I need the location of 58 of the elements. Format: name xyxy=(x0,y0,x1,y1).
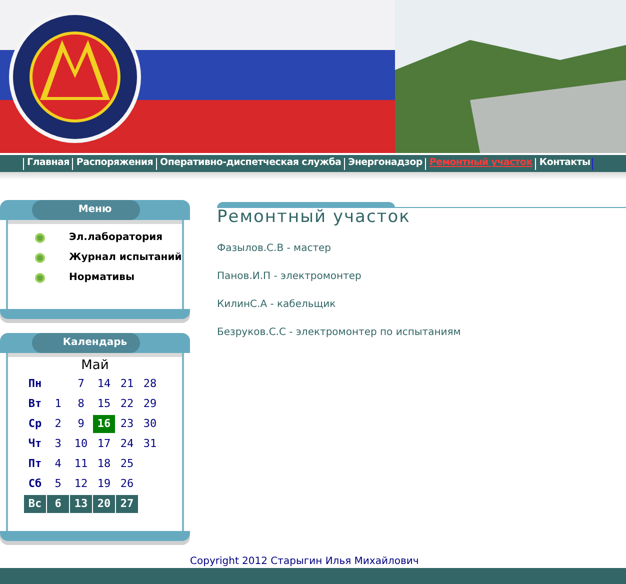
nav-link[interactable]: Распоряжения xyxy=(76,156,154,171)
nav-link[interactable]: Энергонадзор xyxy=(348,156,422,171)
menu-link[interactable]: Эл.лаборатория xyxy=(69,230,163,245)
calendar-day[interactable]: 1 xyxy=(47,395,69,413)
calendar-day[interactable]: 17 xyxy=(93,435,115,453)
panel-title: Календарь xyxy=(62,336,128,350)
calendar-day[interactable]: 24 xyxy=(116,435,138,453)
staff-entry: Безруков.С.С - электромонтер по испытаниям xyxy=(217,326,462,340)
staff-entry: Панов.И.П - электромонтер xyxy=(217,270,362,284)
calendar-day[interactable]: 27 xyxy=(116,495,138,513)
calendar-day[interactable]: 14 xyxy=(93,375,115,393)
calendar-day[interactable]: 16 xyxy=(93,415,115,433)
calendar-day[interactable]: 13 xyxy=(70,495,92,513)
bullet-icon xyxy=(35,272,45,282)
weekday-label: Чт xyxy=(27,436,43,452)
calendar-day[interactable]: 7 xyxy=(70,375,92,393)
calendar-day[interactable]: 25 xyxy=(116,455,138,473)
weekday-label: Пт xyxy=(27,456,43,472)
calendar-day[interactable]: 12 xyxy=(70,475,92,493)
calendar-day[interactable]: 22 xyxy=(116,395,138,413)
bullet-icon xyxy=(35,252,45,262)
calendar-day[interactable]: 11 xyxy=(70,455,92,473)
calendar-day[interactable]: 9 xyxy=(70,415,92,433)
calendar-day[interactable]: 2 xyxy=(47,415,69,433)
calendar-day[interactable]: 19 xyxy=(93,475,115,493)
weekday-label: Сб xyxy=(27,476,43,492)
nav-link[interactable]: Главная xyxy=(27,156,70,171)
calendar-day[interactable]: 10 xyxy=(70,435,92,453)
menu-link[interactable]: Журнал испытаний xyxy=(69,250,182,265)
calendar-day[interactable]: 30 xyxy=(139,415,161,433)
month-title: Май xyxy=(80,359,110,373)
weekday-label: Ср xyxy=(27,416,43,432)
calendar-day[interactable]: 31 xyxy=(139,435,161,453)
calendar-day[interactable]: 4 xyxy=(47,455,69,473)
copyright-text: Copyright 2012 Старыгин Илья Михайлович xyxy=(189,556,420,568)
menu-link[interactable]: Нормативы xyxy=(69,270,134,285)
weekday-label: Вс xyxy=(24,495,46,513)
calendar-day[interactable]: 8 xyxy=(70,395,92,413)
calendar-day[interactable]: 29 xyxy=(139,395,161,413)
calendar-day[interactable]: 23 xyxy=(116,415,138,433)
calendar-day[interactable]: 15 xyxy=(93,395,115,413)
calendar-day[interactable]: 5 xyxy=(47,475,69,493)
page-title: Ремонтный участок xyxy=(217,208,412,226)
weekday-label: Пн xyxy=(27,376,43,392)
calendar-day[interactable]: 28 xyxy=(139,375,161,393)
nav-link[interactable]: Оперативно-диспетческая служба xyxy=(160,156,342,171)
calendar-day[interactable]: 26 xyxy=(116,475,138,493)
nav-link[interactable]: Контакты xyxy=(539,156,590,171)
staff-entry: КилинС.А - кабельщик xyxy=(217,298,337,312)
calendar-day[interactable]: 20 xyxy=(93,495,115,513)
bullet-icon xyxy=(35,232,45,242)
panel-title: Меню xyxy=(78,203,112,217)
weekday-label: Вт xyxy=(27,396,43,412)
calendar-day[interactable]: 18 xyxy=(93,455,115,473)
staff-entry: Фазылов.С.В - мастер xyxy=(217,242,332,256)
calendar-day[interactable]: 21 xyxy=(116,375,138,393)
calendar-day[interactable]: 3 xyxy=(47,435,69,453)
calendar-day[interactable]: 6 xyxy=(47,495,69,513)
